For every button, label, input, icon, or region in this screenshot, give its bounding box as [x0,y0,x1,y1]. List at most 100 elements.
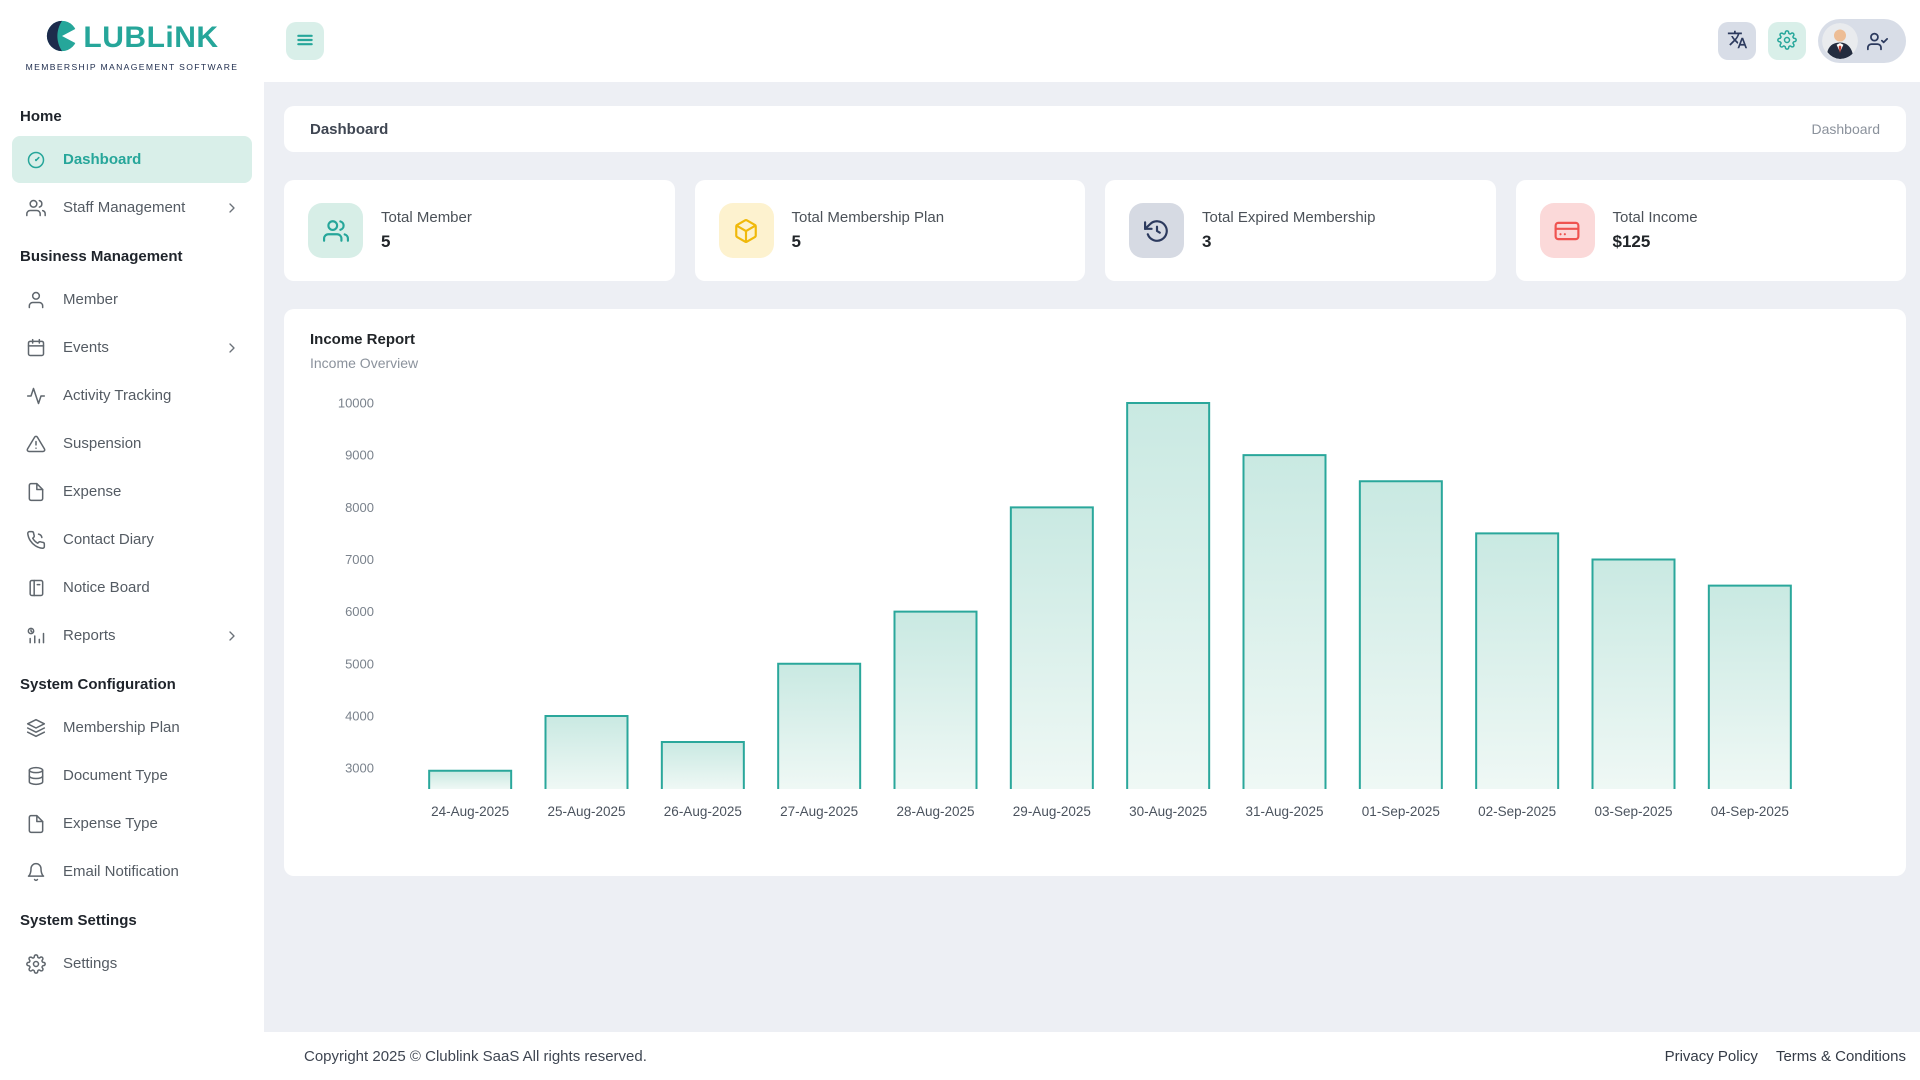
brand-name: LUBLiNK [83,23,218,53]
profile-menu[interactable] [1818,19,1906,63]
user-icon [26,290,46,310]
sidebar-item-email-notification[interactable]: Email Notification [12,848,252,895]
sidebar-item-label: Events [63,339,109,356]
stat-card-total-expired-membership: Total Expired Membership 3 [1105,180,1496,281]
sidebar-item-contact-diary[interactable]: Contact Diary [12,516,252,563]
income-chart: 30004000500060007000800090001000024-Aug-… [300,385,1880,855]
sidebar-item-expense-type[interactable]: Expense Type [12,800,252,847]
income-bar[interactable] [1127,403,1209,789]
income-bar[interactable] [1593,559,1675,789]
income-bar[interactable] [1476,533,1558,789]
stat-label: Total Income [1613,209,1698,226]
sidebar-item-label: Contact Diary [63,531,154,548]
x-axis-label: 30-Aug-2025 [1129,804,1207,819]
x-axis-label: 31-Aug-2025 [1245,804,1323,819]
database-icon [26,766,46,786]
sidebar-item-label: Member [63,291,118,308]
sidebar-item-suspension[interactable]: Suspension [12,420,252,467]
sidebar-item-label: Settings [63,955,117,972]
sidebar-item-dashboard[interactable]: Dashboard [12,136,252,183]
stat-label: Total Membership Plan [792,209,945,226]
avatar [1822,23,1858,59]
calendar-icon [26,338,46,358]
stat-value: 3 [1202,232,1375,252]
x-axis-label: 24-Aug-2025 [431,804,509,819]
income-bar[interactable] [1360,481,1442,789]
stat-value: 5 [381,232,472,252]
sidebar-item-notice-board[interactable]: Notice Board [12,564,252,611]
breadcrumb: Dashboard [1812,121,1881,137]
sidebar-item-label: Staff Management [63,199,185,216]
y-axis-tick: 10000 [338,396,374,411]
user-check-icon [1867,31,1888,52]
settings-gear-icon [1777,30,1797,53]
stat-label: Total Member [381,209,472,226]
bell-icon [26,862,46,882]
income-bar[interactable] [1709,586,1791,789]
income-bar[interactable] [662,742,744,789]
y-axis-tick: 5000 [345,656,374,671]
x-axis-label: 26-Aug-2025 [664,804,742,819]
brand-tagline: MEMBERSHIP MANAGEMENT SOFTWARE [26,62,239,72]
sidebar-item-label: Dashboard [63,151,141,168]
footer-link-terms-conditions[interactable]: Terms & Conditions [1776,1048,1906,1065]
stat-value: $125 [1613,232,1698,252]
footer: Copyright 2025 © Clublink SaaS All right… [264,1032,1920,1080]
sidebar-item-membership-plan[interactable]: Membership Plan [12,704,252,751]
sidebar-item-settings[interactable]: Settings [12,940,252,987]
sidebar-item-activity-tracking[interactable]: Activity Tracking [12,372,252,419]
sidebar-item-member[interactable]: Member [12,276,252,323]
income-bar[interactable] [1244,455,1326,789]
stat-label: Total Expired Membership [1202,209,1375,226]
sidebar-item-label: Reports [63,627,116,644]
sidebar-item-label: Email Notification [63,863,179,880]
page-title: Dashboard [310,121,388,138]
income-bar[interactable] [429,771,511,789]
sidebar-item-events[interactable]: Events [12,324,252,371]
brand-logo[interactable]: LUBLiNK MEMBERSHIP MANAGEMENT SOFTWARE [0,0,264,82]
sidebar-item-label: Expense [63,483,121,500]
chart-subtitle: Income Overview [310,355,1880,371]
sidebar-item-label: Activity Tracking [63,387,171,404]
package-icon [719,203,774,258]
translate-icon [1727,29,1748,53]
income-bar[interactable] [778,664,860,789]
credit-card-icon [1540,203,1595,258]
content-area: Dashboard Dashboard Total Member 5 Total M… [264,82,1920,1032]
settings-button[interactable] [1768,22,1806,60]
topbar [264,0,1920,82]
phone-call-icon [26,530,46,550]
sidebar-item-label: Membership Plan [63,719,180,736]
income-bar[interactable] [546,716,628,789]
app-root: LUBLiNK MEMBERSHIP MANAGEMENT SOFTWARE H… [0,0,1920,1080]
income-bar[interactable] [895,612,977,789]
sidebar-section-label: Home [0,92,264,135]
layers-icon [26,718,46,738]
footer-copyright: Copyright 2025 © Clublink SaaS All right… [304,1048,647,1065]
sidebar-item-label: Expense Type [63,815,158,832]
sidebar-section-label: System Configuration [0,660,264,703]
file-icon [26,482,46,502]
x-axis-label: 27-Aug-2025 [780,804,858,819]
sidebar-item-label: Suspension [63,435,141,452]
sidebar-item-reports[interactable]: Reports [12,612,252,659]
main-column: Dashboard Dashboard Total Member 5 Total M… [264,0,1920,1080]
sidebar-item-expense[interactable]: Expense [12,468,252,515]
language-button[interactable] [1718,22,1756,60]
footer-link-privacy-policy[interactable]: Privacy Policy [1665,1048,1758,1065]
sidebar-item-label: Document Type [63,767,168,784]
chevron-right-icon [224,340,240,356]
x-axis-label: 25-Aug-2025 [547,804,625,819]
income-bar[interactable] [1011,507,1093,789]
x-axis-label: 29-Aug-2025 [1013,804,1091,819]
sidebar-item-staff-management[interactable]: Staff Management [12,184,252,231]
dashboard-icon [26,150,46,170]
menu-toggle-button[interactable] [286,22,324,60]
users-icon [26,198,46,218]
file-icon [26,814,46,834]
chart-title: Income Report [310,331,1880,348]
chevron-right-icon [224,200,240,216]
sidebar-item-document-type[interactable]: Document Type [12,752,252,799]
sidebar: LUBLiNK MEMBERSHIP MANAGEMENT SOFTWARE H… [0,0,264,1080]
stat-card-total-membership-plan: Total Membership Plan5 [695,180,1086,281]
